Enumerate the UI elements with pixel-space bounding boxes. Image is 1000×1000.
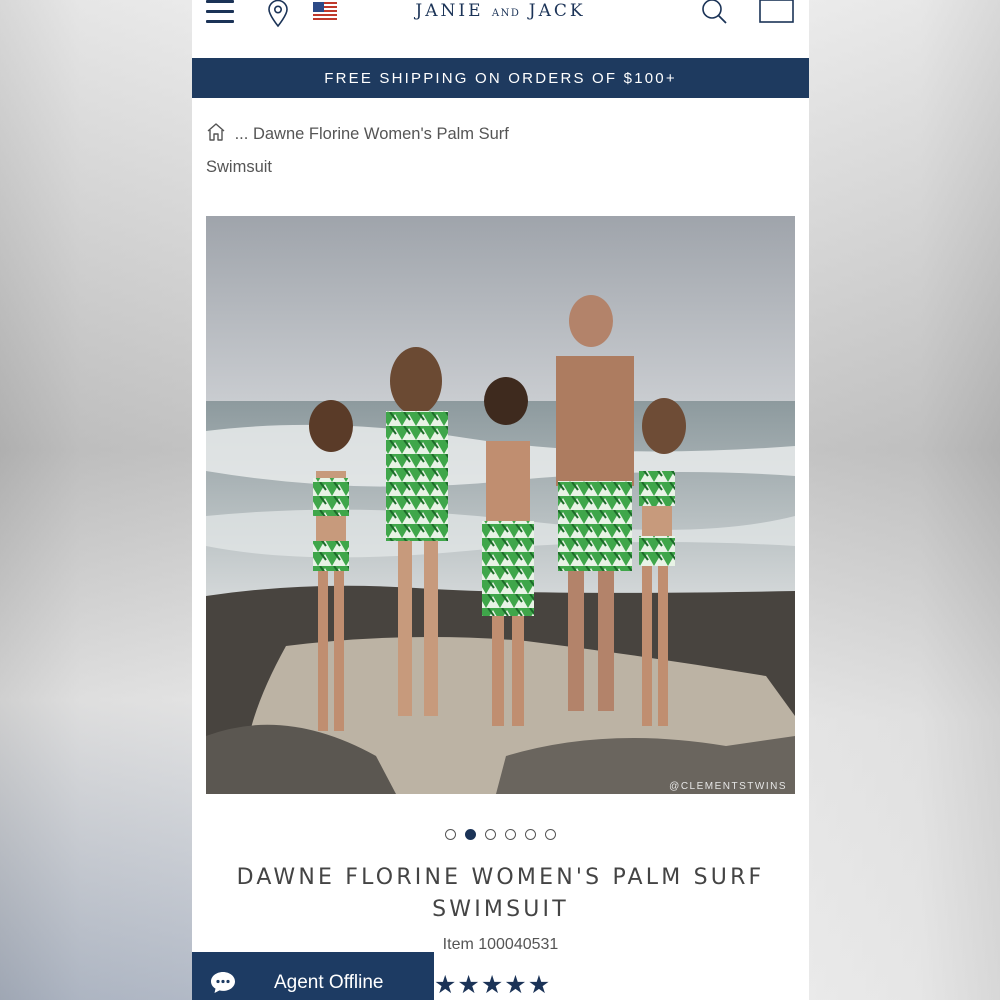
photo-watermark: @CLEMENTSTWINS	[669, 781, 787, 792]
star-icon: ★	[480, 971, 505, 999]
carousel-dot[interactable]	[545, 829, 556, 840]
star-icon: ★	[504, 971, 528, 999]
chat-status-label: Agent Offline	[274, 972, 384, 993]
brand-word-and: AND	[491, 8, 521, 19]
mobile-page: JANIE AND JACK FREE SHIPPING ON ORDERS O…	[192, 0, 809, 1000]
brand-word-janie: JANIE	[415, 1, 484, 21]
carousel-dot[interactable]	[445, 829, 456, 840]
carousel-dot[interactable]	[485, 829, 496, 840]
brand-word-jack: JACK	[528, 1, 586, 21]
promo-banner[interactable]: FREE SHIPPING ON ORDERS OF $100+	[192, 58, 809, 98]
chat-widget-button[interactable]: Agent Offline	[192, 952, 434, 1000]
carousel-dots	[192, 829, 809, 840]
rating-stars[interactable]: ★★★★★	[434, 970, 551, 1000]
site-header: JANIE AND JACK	[192, 0, 809, 58]
shopping-bag-icon[interactable]	[759, 0, 795, 24]
carousel-dot[interactable]	[505, 829, 516, 840]
chat-bubble-icon	[210, 970, 236, 994]
background-right	[809, 0, 1000, 1000]
product-title: DAWNE FLORINE WOMEN'S PALM SURF SWIMSUIT	[236, 865, 765, 922]
breadcrumb-current: Dawne Florine Women's Palm Surf Swimsuit	[206, 125, 509, 176]
star-icon: ★	[457, 971, 481, 999]
carousel-dot[interactable]	[525, 829, 536, 840]
breadcrumb-ellipsis[interactable]: ...	[235, 125, 249, 143]
home-icon[interactable]	[206, 121, 226, 141]
search-icon[interactable]	[701, 0, 729, 26]
breadcrumb: ... Dawne Florine Women's Palm Surf Swim…	[206, 118, 546, 184]
product-photo	[206, 216, 795, 794]
background-left	[0, 0, 192, 1000]
star-icon: ★	[434, 971, 458, 999]
product-image[interactable]: @CLEMENTSTWINS	[206, 216, 795, 794]
carousel-dot-active[interactable]	[465, 829, 476, 840]
star-icon: ★	[527, 971, 552, 999]
